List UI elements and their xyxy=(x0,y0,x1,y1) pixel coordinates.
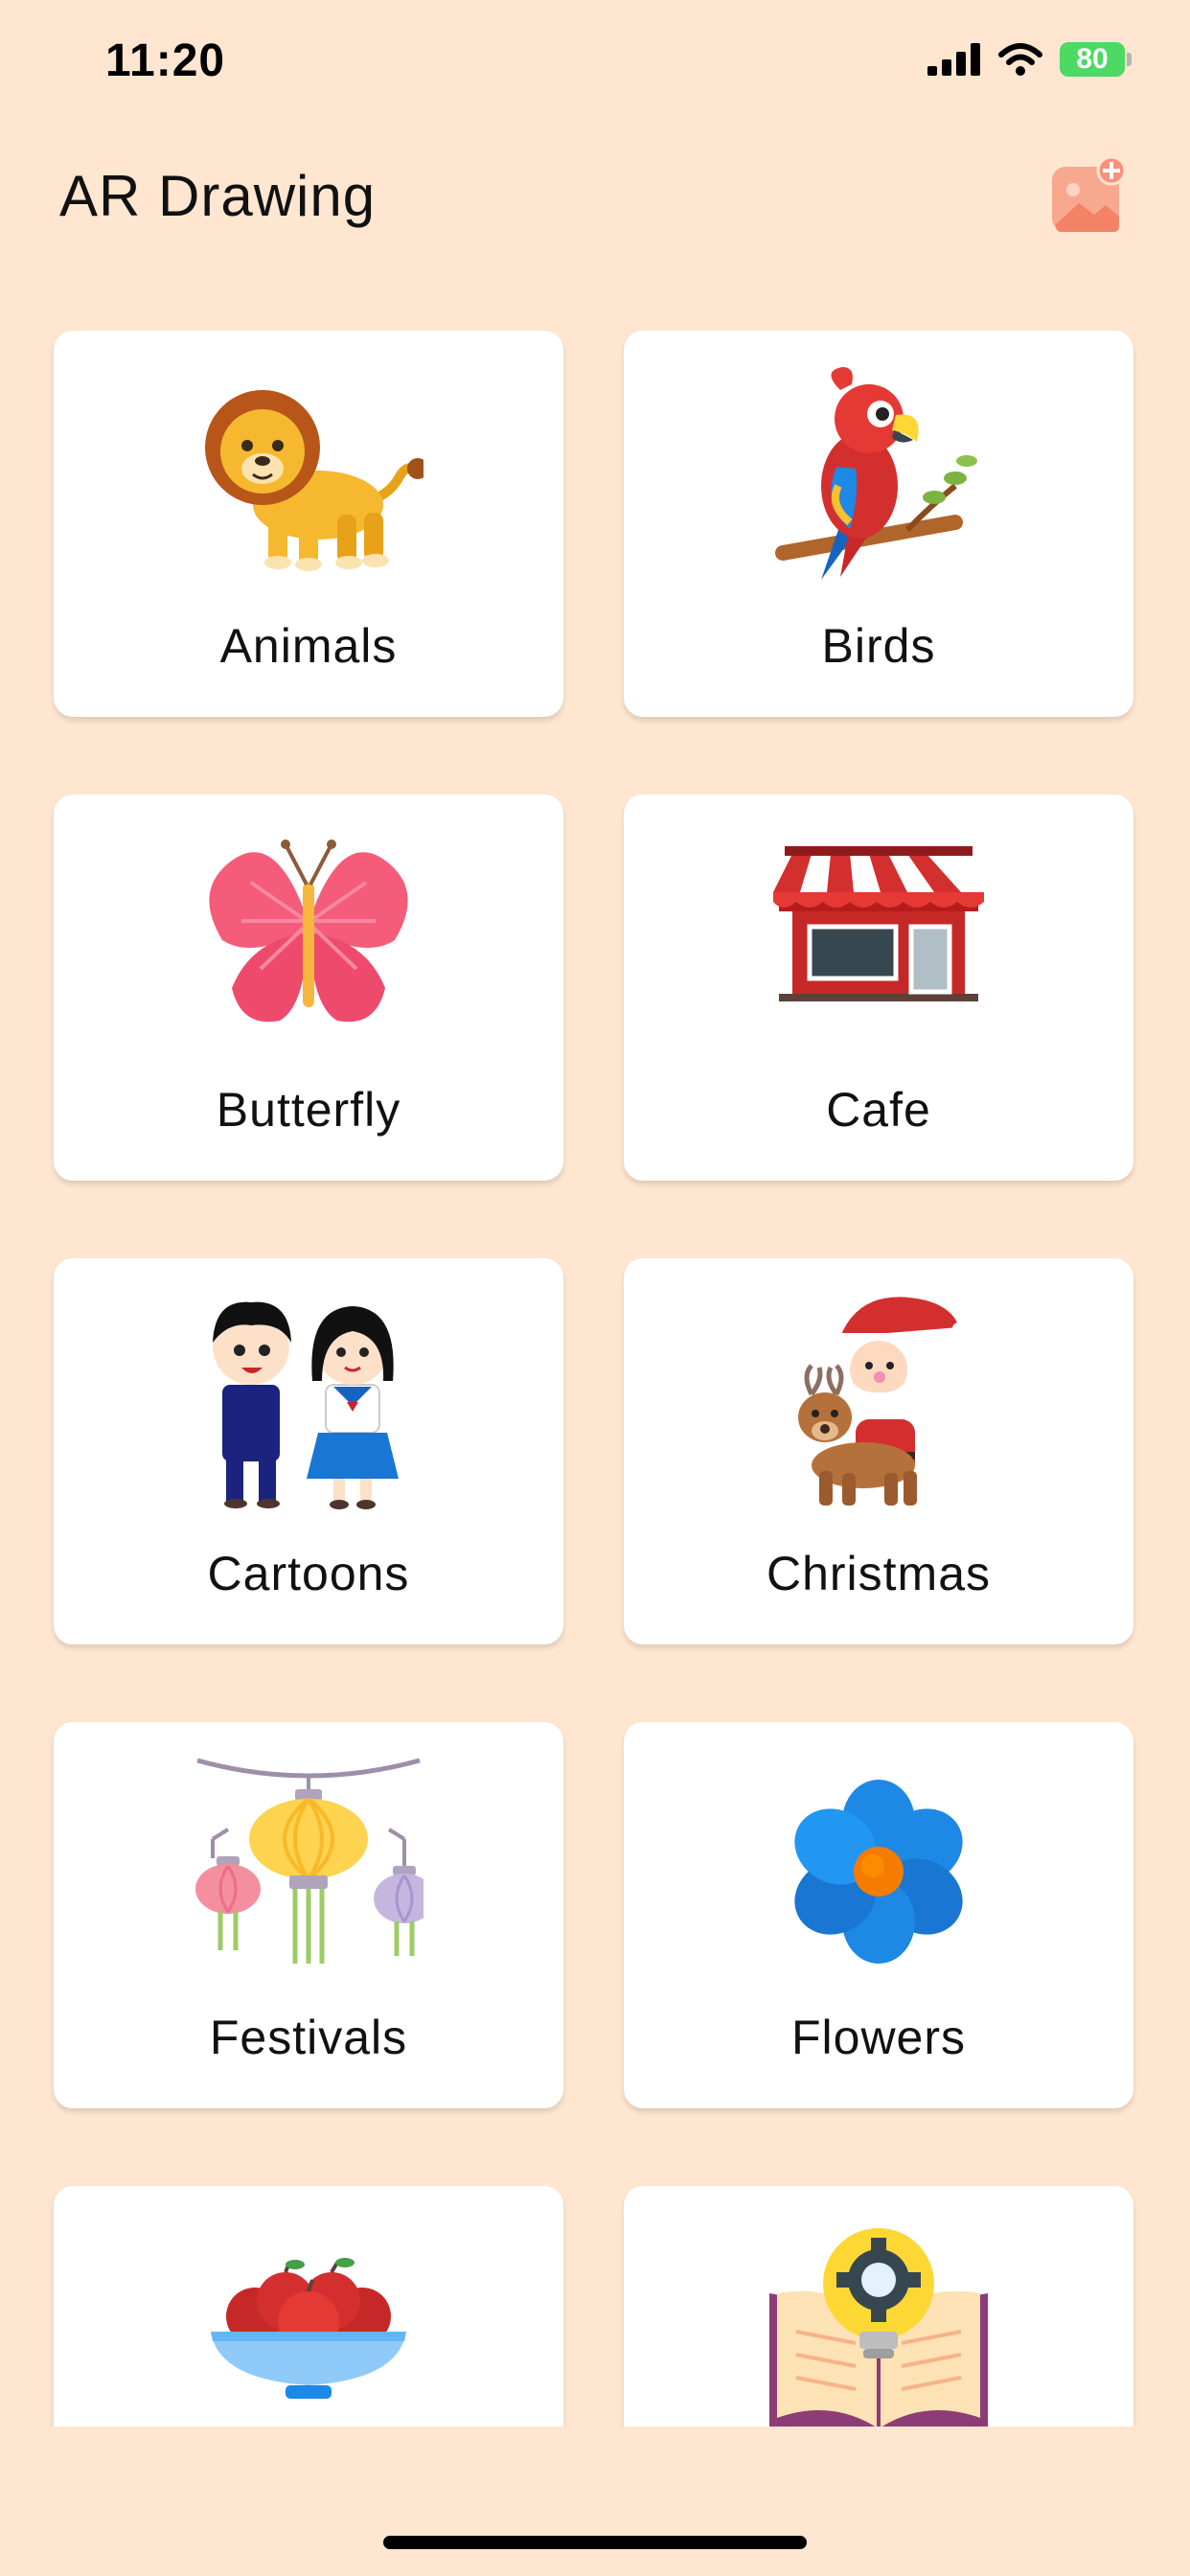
flower-icon xyxy=(794,1780,963,1964)
category-grid: Animals Birds Butterfly Cafe Cartoons Ch… xyxy=(0,288,1190,2426)
status-time: 11:20 xyxy=(105,35,226,86)
parrot-icon xyxy=(775,367,977,580)
category-card-ideas[interactable] xyxy=(624,2186,1133,2426)
signal-icon xyxy=(927,43,980,76)
shop-icon xyxy=(773,846,984,1001)
category-label: Festivals xyxy=(209,2011,408,2064)
battery-icon: 80 xyxy=(1060,42,1132,77)
lanterns-icon xyxy=(195,1758,423,1964)
book-idea-icon xyxy=(769,2228,988,2426)
category-card-cafe[interactable]: Cafe xyxy=(624,794,1133,1181)
category-card-festivals[interactable]: Festivals xyxy=(54,1722,563,2108)
status-icons: 80 xyxy=(927,42,1132,77)
category-card-butterfly[interactable]: Butterfly xyxy=(54,794,563,1181)
home-indicator[interactable] xyxy=(383,2536,807,2549)
category-label: Christmas xyxy=(766,1547,992,1600)
fruit-bowl-icon xyxy=(211,2258,406,2399)
category-label: Animals xyxy=(219,619,398,673)
category-card-christmas[interactable]: Christmas xyxy=(624,1258,1133,1644)
category-label: Cafe xyxy=(826,1083,931,1137)
page-title: AR Drawing xyxy=(59,164,377,228)
category-label: Butterfly xyxy=(216,1083,401,1137)
category-card-birds[interactable]: Birds xyxy=(624,331,1133,717)
category-card-flowers[interactable]: Flowers xyxy=(624,1722,1133,2108)
add-photo-icon[interactable] xyxy=(1052,157,1125,234)
cartoon-kids-icon xyxy=(213,1301,399,1509)
category-card-animals[interactable]: Animals xyxy=(54,331,563,717)
wifi-icon xyxy=(998,43,1042,76)
category-label: Flowers xyxy=(790,2011,967,2064)
santa-reindeer-icon xyxy=(798,1297,971,1506)
category-label: Birds xyxy=(821,619,936,673)
butterfly-icon xyxy=(209,840,408,1023)
category-card-fruits[interactable] xyxy=(54,2186,563,2426)
category-label: Cartoons xyxy=(207,1547,410,1600)
lion-icon xyxy=(205,390,423,571)
battery-level: 80 xyxy=(1076,43,1109,75)
category-card-cartoons[interactable]: Cartoons xyxy=(54,1258,563,1644)
status-bar: 11:20 80 xyxy=(0,0,1190,125)
